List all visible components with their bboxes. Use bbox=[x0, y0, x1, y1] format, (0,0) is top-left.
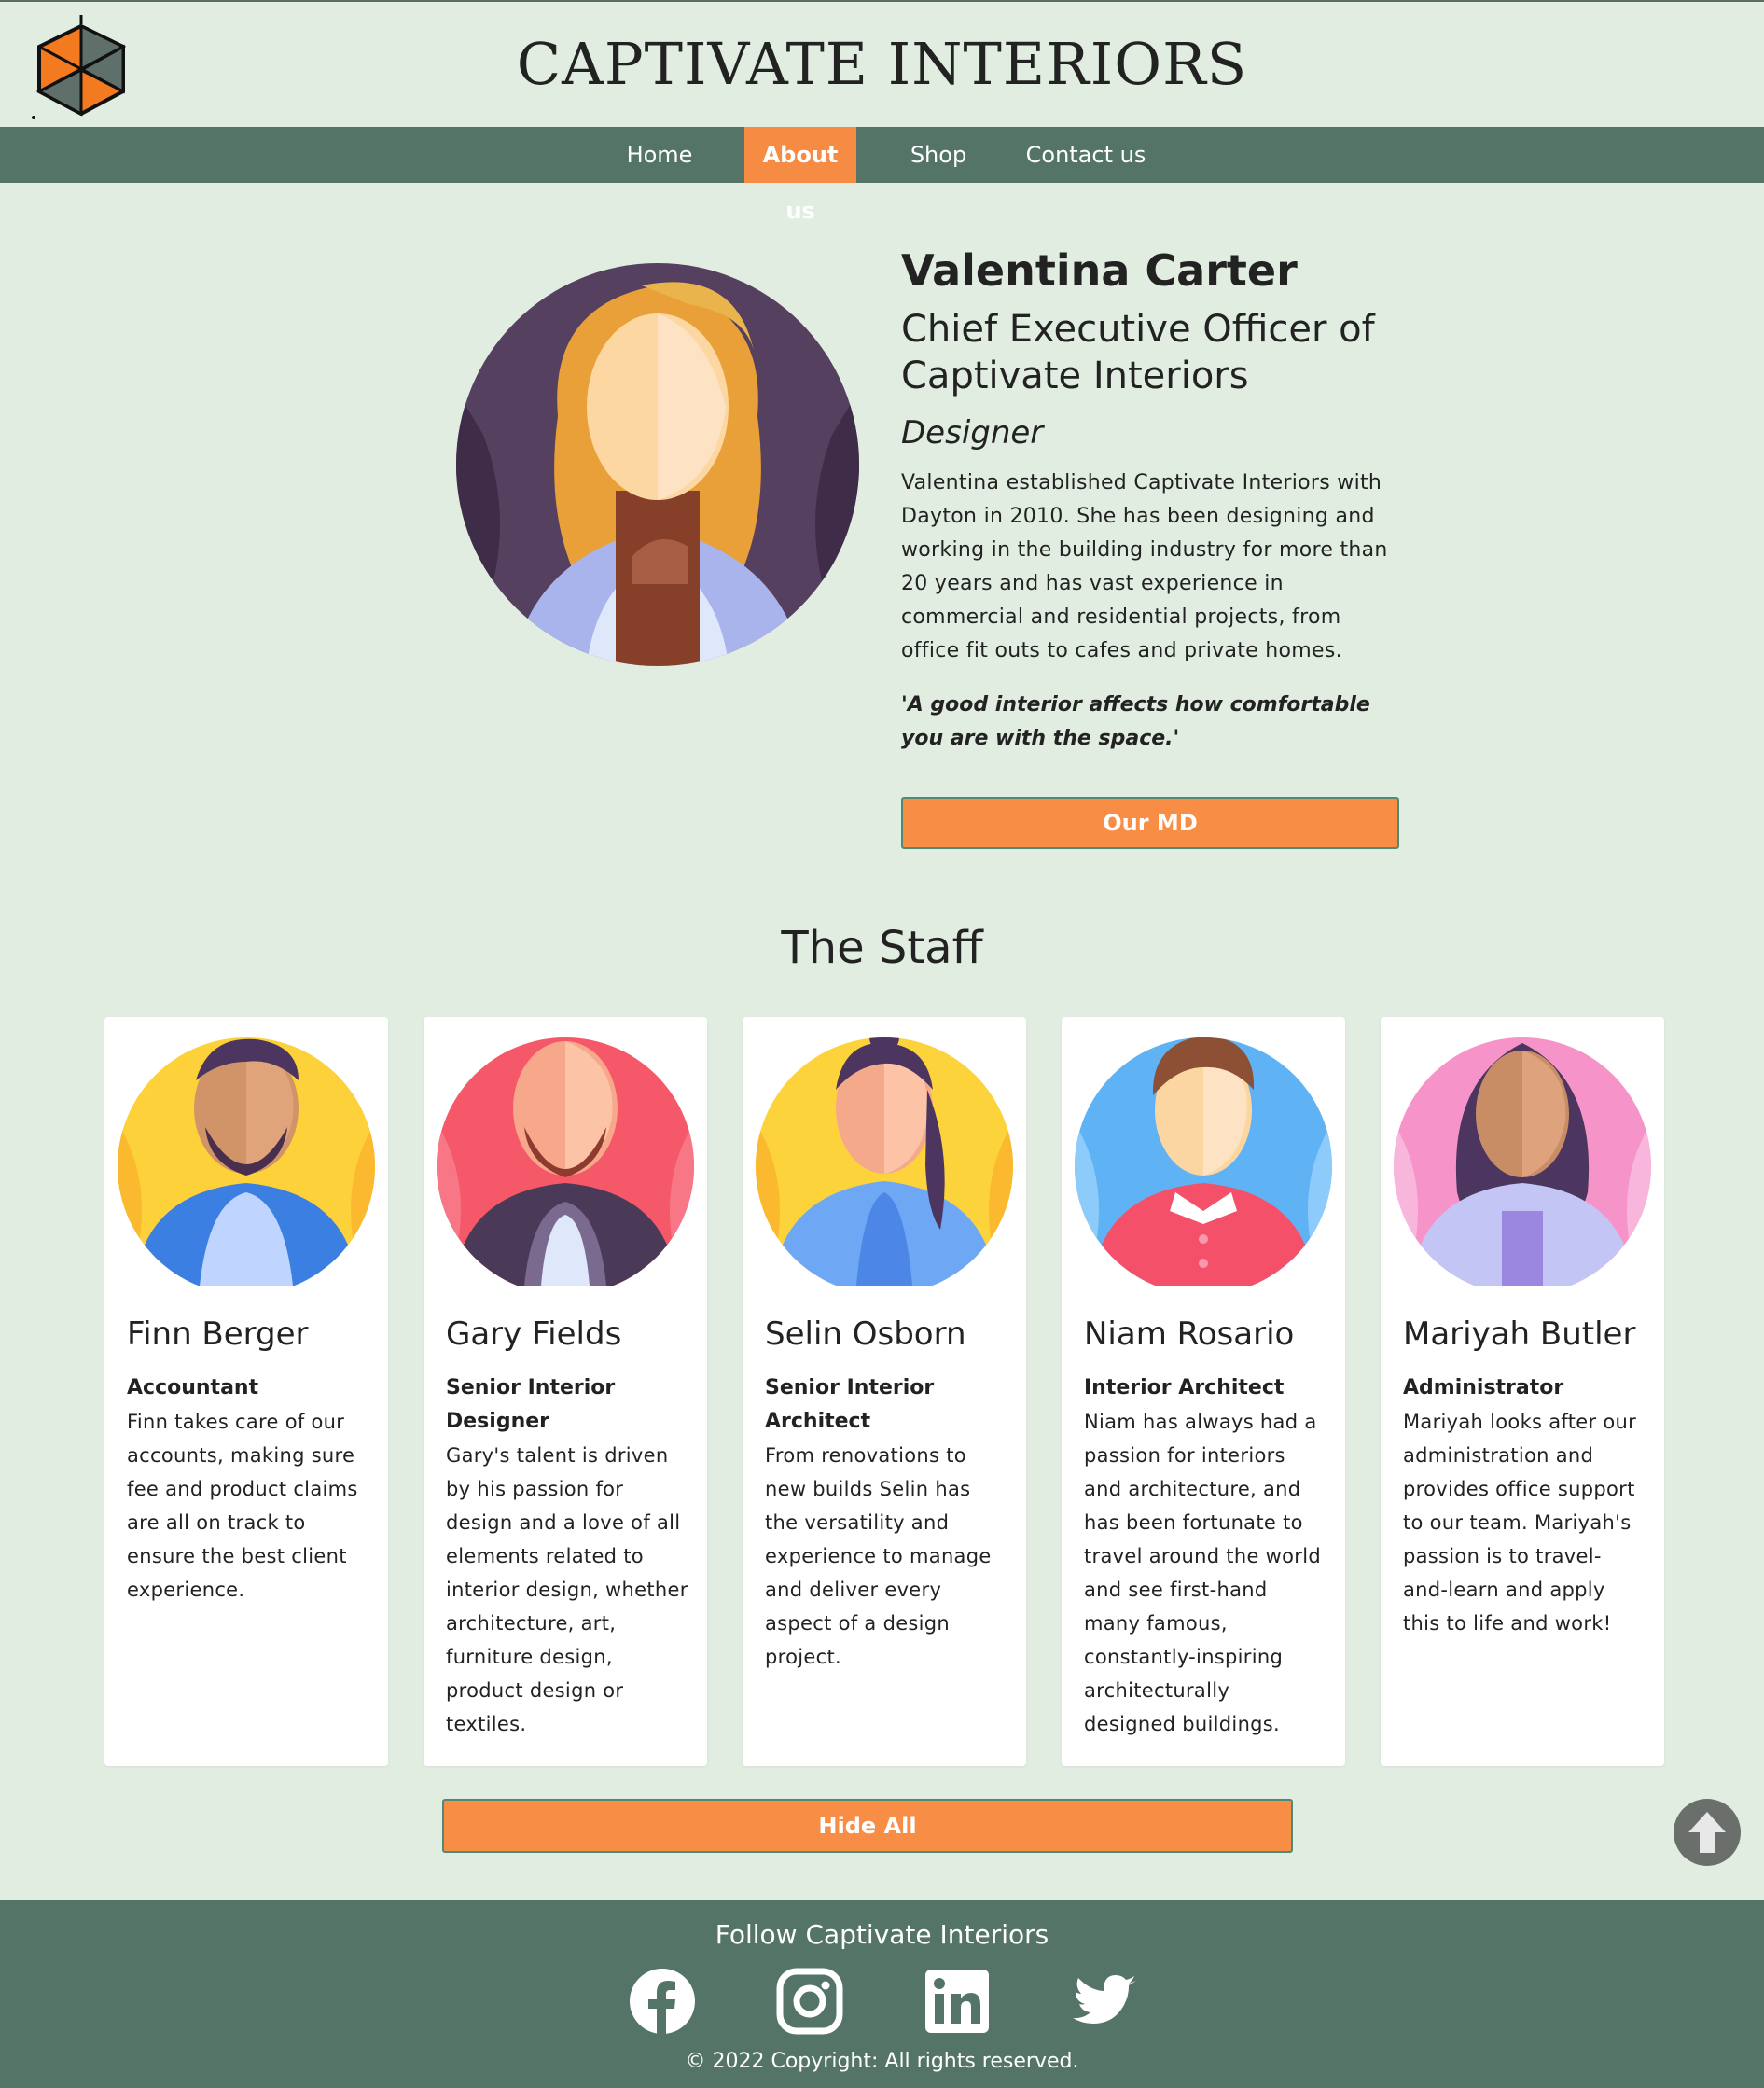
staff-avatar bbox=[756, 1037, 1013, 1286]
staff-desc: Niam has always had a passion for interi… bbox=[1084, 1411, 1321, 1735]
follow-text: Follow Captivate Interiors bbox=[715, 1919, 1049, 1950]
staff-desc: Gary's talent is driven by his passion f… bbox=[446, 1444, 688, 1735]
staff-role-block: Interior Architect Niam has always had a… bbox=[1084, 1371, 1326, 1741]
staff-card: Gary Fields Senior Interior Designer Gar… bbox=[424, 1017, 707, 1766]
staff-role: Interior Architect bbox=[1084, 1376, 1285, 1399]
header: CAPTIVATE INTERIORS bbox=[0, 0, 1764, 127]
staff-card: Mariyah Butler Administrator Mariyah loo… bbox=[1381, 1017, 1664, 1766]
md-avatar bbox=[456, 263, 859, 666]
md-bio: Valentina established Captivate Interior… bbox=[901, 471, 1388, 662]
nav-about-us[interactable]: About us bbox=[744, 127, 856, 224]
arrow-up-icon bbox=[1688, 1812, 1726, 1853]
staff-desc: Mariyah looks after our administration a… bbox=[1403, 1411, 1637, 1635]
staff-role-block: Senior Interior Designer Gary's talent i… bbox=[446, 1371, 688, 1741]
staff-role-block: Senior Interior Architect From renovatio… bbox=[765, 1371, 1007, 1674]
linkedin-icon[interactable] bbox=[924, 1968, 991, 2035]
copyright-text: © 2022 Copyright: All rights reserved. bbox=[685, 2050, 1079, 2073]
staff-role: Administrator bbox=[1403, 1376, 1564, 1399]
staff-desc: From renovations to new builds Selin has… bbox=[765, 1444, 992, 1668]
staff-name: Mariyah Butler bbox=[1403, 1315, 1636, 1353]
staff-heading: The Staff bbox=[781, 922, 983, 974]
staff-avatar bbox=[1075, 1037, 1332, 1286]
hide-all-button[interactable]: Hide All bbox=[442, 1799, 1293, 1853]
scroll-to-top-button[interactable] bbox=[1674, 1799, 1741, 1866]
md-title: Chief Executive Officer of Captivate Int… bbox=[901, 308, 1375, 397]
staff-desc: Finn takes care of our accounts, making … bbox=[127, 1411, 358, 1601]
staff-name: Selin Osborn bbox=[765, 1315, 966, 1353]
staff-role: Accountant bbox=[127, 1376, 259, 1399]
staff-role-block: Administrator Mariyah looks after our ad… bbox=[1403, 1371, 1646, 1640]
staff-role: Senior Interior Designer bbox=[446, 1376, 616, 1433]
footer: Follow Captivate Interiors © 2022 Copyri… bbox=[0, 1900, 1764, 2088]
staff-role-block: Accountant Finn takes care of our accoun… bbox=[127, 1371, 369, 1607]
facebook-icon[interactable] bbox=[629, 1968, 696, 2035]
instagram-icon[interactable] bbox=[776, 1968, 843, 2035]
staff-role: Senior Interior Architect bbox=[765, 1376, 935, 1433]
staff-card: Niam Rosario Interior Architect Niam has… bbox=[1062, 1017, 1345, 1766]
nav-shop[interactable]: Shop bbox=[899, 127, 978, 183]
staff-card: Finn Berger Accountant Finn takes care o… bbox=[104, 1017, 388, 1766]
brand-title: CAPTIVATE INTERIORS bbox=[516, 30, 1248, 98]
nav-home[interactable]: Home bbox=[618, 127, 701, 183]
md-quote: 'A good interior affects how comfortable… bbox=[901, 693, 1370, 750]
staff-avatar bbox=[118, 1037, 375, 1286]
main-nav: Home About us Shop Contact us bbox=[0, 127, 1764, 224]
md-info: Valentina Carter Chief Executive Officer… bbox=[901, 243, 1405, 756]
nav-contact-us[interactable]: Contact us bbox=[1021, 127, 1151, 183]
staff-card: Selin Osborn Senior Interior Architect F… bbox=[743, 1017, 1026, 1766]
staff-name: Gary Fields bbox=[446, 1315, 622, 1353]
our-md-button[interactable]: Our MD bbox=[901, 797, 1399, 849]
staff-name: Finn Berger bbox=[127, 1315, 309, 1353]
md-name: Valentina Carter bbox=[901, 245, 1298, 296]
md-role: Designer bbox=[901, 414, 1044, 452]
staff-name: Niam Rosario bbox=[1084, 1315, 1295, 1353]
staff-avatar bbox=[1394, 1037, 1651, 1286]
twitter-icon[interactable] bbox=[1071, 1968, 1138, 2035]
staff-avatar bbox=[437, 1037, 694, 1286]
